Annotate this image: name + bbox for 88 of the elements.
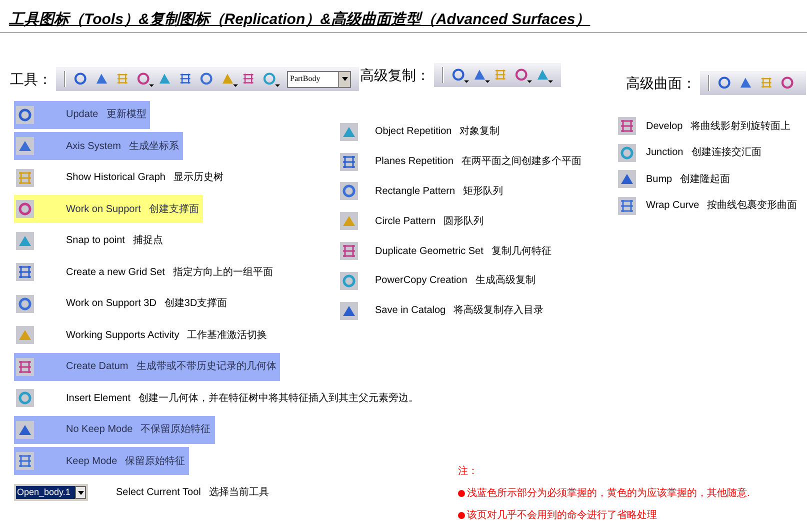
tool-icon bbox=[618, 144, 636, 162]
toolbar-icon[interactable] bbox=[262, 70, 280, 88]
tool-name: Create a new Grid Set bbox=[66, 266, 165, 280]
tool-name: Insert Element bbox=[66, 392, 130, 406]
tool-description: 创建一几何体，并在特征树中将其特征插入到其主父元素旁边。 bbox=[138, 392, 418, 406]
tool-icon bbox=[340, 182, 358, 200]
tool-icon bbox=[16, 358, 34, 376]
tool-description: 将高级复制存入目录 bbox=[454, 304, 544, 318]
tool-description: 对象复制 bbox=[460, 124, 500, 140]
tool-description: 工作基准激活切换 bbox=[187, 328, 268, 343]
tool-name: Wrap Curve bbox=[646, 199, 700, 214]
part-dropdown[interactable]: PartBody bbox=[287, 70, 351, 88]
tool-description: 生成高级复制 bbox=[475, 274, 536, 288]
tool-icon bbox=[16, 294, 34, 313]
section-label: 工具： bbox=[10, 70, 52, 88]
tool-name: Select Current Tool bbox=[116, 486, 201, 500]
tool-name: Snap to point bbox=[66, 234, 125, 248]
tool-icon bbox=[340, 242, 358, 260]
tool-icon bbox=[16, 452, 34, 470]
tool-description: 复制几何特征 bbox=[491, 244, 552, 259]
tool-description: 创建隆起面 bbox=[680, 172, 730, 187]
tool-icon bbox=[340, 212, 358, 230]
tool-icon bbox=[16, 326, 34, 344]
tool-name: Bump bbox=[646, 172, 672, 187]
tool-icon bbox=[340, 122, 358, 141]
toolbar-icon[interactable] bbox=[514, 66, 532, 84]
toolbar-icon[interactable] bbox=[136, 70, 154, 88]
section-label: 高级曲面： bbox=[626, 74, 696, 92]
tool-description: 更新模型 bbox=[106, 108, 146, 122]
tool-description: 矩形队列 bbox=[463, 184, 504, 199]
tool-name: Circle Pattern bbox=[375, 214, 436, 229]
tool-name: Create Datum bbox=[66, 360, 128, 374]
tool-description: 按曲线包裹变形曲面 bbox=[707, 198, 798, 214]
tool-icon bbox=[16, 263, 34, 282]
tool-name: Planes Repetition bbox=[375, 155, 454, 170]
tool-name: Save in Catalog bbox=[375, 304, 446, 318]
tool-name: Junction bbox=[646, 146, 684, 160]
tool-description: 创建支撑面 bbox=[148, 202, 199, 217]
tool-icon bbox=[16, 200, 34, 218]
bullet-icon bbox=[458, 512, 465, 519]
tool-description: 生成带或不带历史记录的几何体 bbox=[136, 360, 276, 374]
tool-icon bbox=[618, 196, 636, 215]
tool-icon bbox=[16, 420, 34, 439]
tool-icon bbox=[16, 106, 34, 124]
bullet-icon bbox=[458, 490, 465, 497]
tool-description: 选择当前工具 bbox=[208, 486, 269, 500]
tool-name: Keep Mode bbox=[66, 454, 118, 469]
tool-icon bbox=[618, 170, 636, 188]
tool-description: 在两平面之间创建多个平面 bbox=[461, 154, 582, 170]
tool-name: Rectangle Pattern bbox=[375, 184, 456, 199]
tool-description: 显示历史树 bbox=[173, 170, 224, 186]
tool-name: PowerCopy Creation bbox=[375, 274, 468, 288]
tool-name: Working Supports Activity bbox=[66, 328, 180, 343]
tool-description: 指定方向上的一组平面 bbox=[172, 266, 273, 280]
tool-name: Duplicate Geometric Set bbox=[375, 244, 484, 259]
tool-icon bbox=[340, 302, 358, 320]
page-title: 工具图标（Tools）&复制图标（Replication）&高级曲面造型（Advanced Surfaces） bbox=[9, 11, 590, 28]
tool-name: Show Historical Graph bbox=[66, 171, 166, 186]
tool-description: 生成坐标系 bbox=[129, 140, 180, 154]
tool-icon bbox=[16, 232, 34, 250]
tool-icon bbox=[16, 168, 34, 187]
tool-icon bbox=[618, 117, 636, 136]
note-text: 该页对几乎不会用到的命令进行了省略处理 bbox=[467, 508, 657, 523]
note-text: 浅蓝色所示部分为必须掌握的，黄色的为应该掌握的，其他随意. bbox=[467, 486, 750, 501]
tool-description: 将曲线影射到旋转面上 bbox=[690, 120, 791, 134]
notes-heading: 注： bbox=[458, 464, 479, 479]
tool-name: Update bbox=[66, 108, 98, 122]
tool-name: Develop bbox=[646, 120, 683, 134]
toolbar-icon[interactable] bbox=[451, 66, 469, 84]
tool-description: 圆形队列 bbox=[444, 214, 484, 229]
tool-icon bbox=[340, 152, 358, 171]
tool-description: 不保留原始特征 bbox=[140, 422, 211, 438]
tool-name: Work on Support bbox=[66, 202, 141, 217]
tool-name: Object Repetition bbox=[375, 125, 452, 140]
tool-name: Axis System bbox=[66, 140, 122, 154]
tool-description: 创建连接交汇面 bbox=[691, 146, 762, 160]
caret-icon bbox=[78, 490, 84, 495]
caret-icon bbox=[342, 77, 348, 81]
tool-description: 创建3D支撑面 bbox=[164, 296, 228, 312]
tool-icon bbox=[16, 137, 34, 156]
tool-icon bbox=[16, 389, 34, 408]
tool-icon bbox=[340, 272, 358, 290]
section-label: 高级复制： bbox=[360, 66, 430, 84]
tool-description: 保留原始特征 bbox=[125, 454, 186, 469]
tool-name: Work on Support 3D bbox=[66, 297, 156, 312]
tool-name: No Keep Mode bbox=[66, 423, 133, 438]
tool-description: 捕捉点 bbox=[132, 234, 163, 248]
body-dropdown[interactable]: Open_body.1 bbox=[14, 484, 88, 502]
